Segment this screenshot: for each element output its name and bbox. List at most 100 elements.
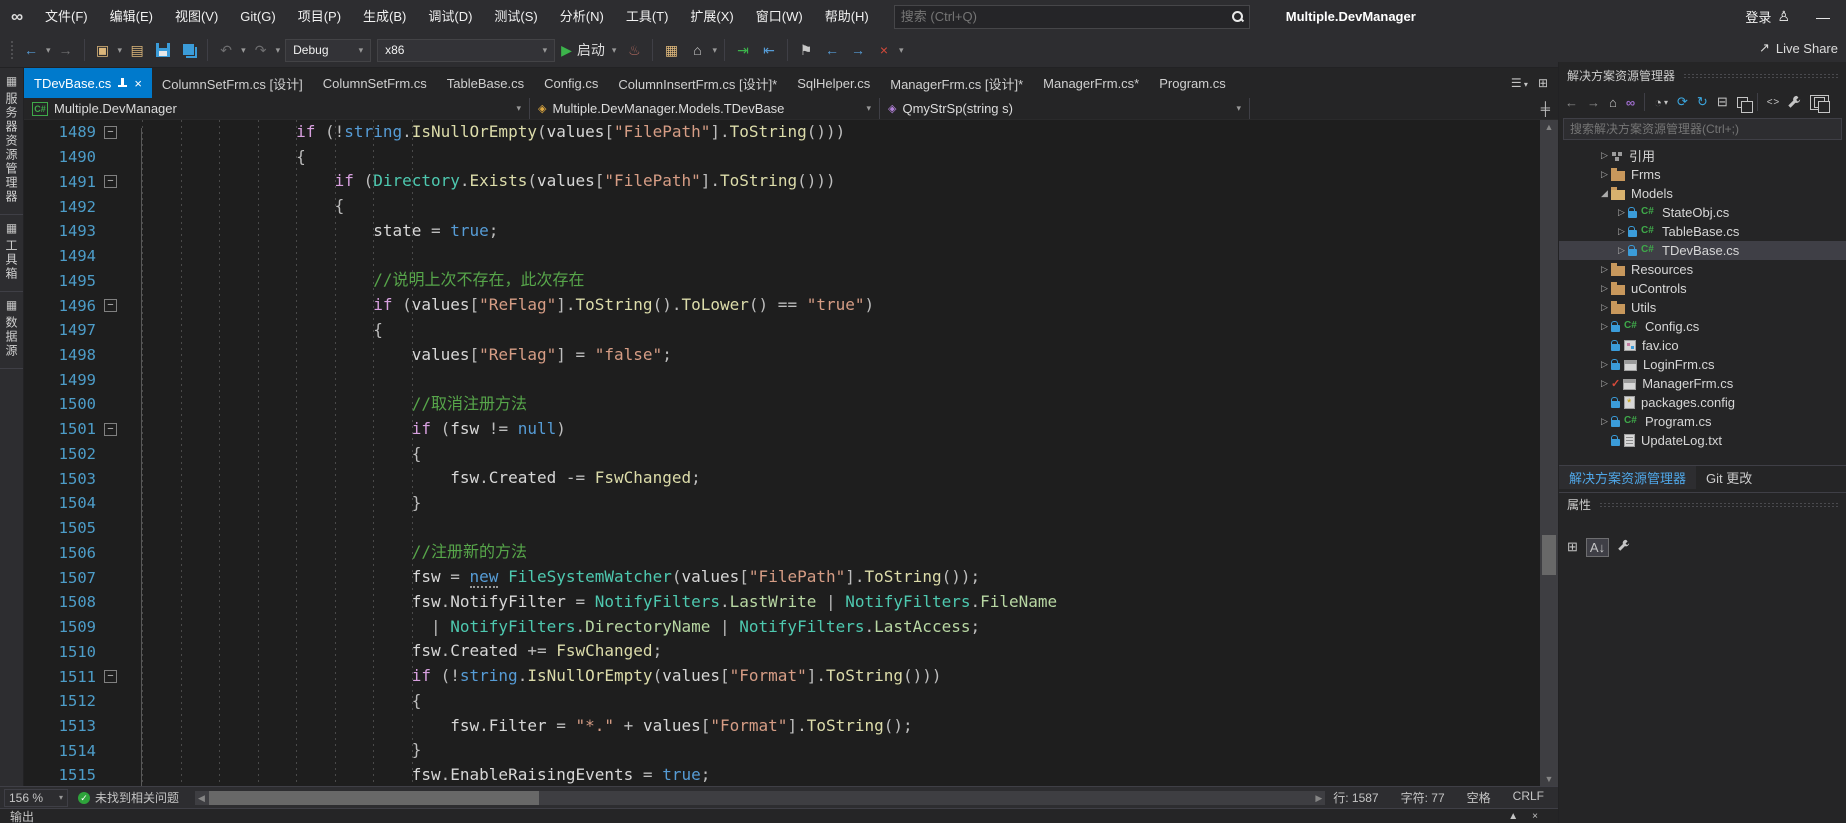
tree-expand-icon[interactable]: ▷	[1598, 378, 1611, 389]
quick-search-box[interactable]	[894, 5, 1250, 29]
code-text[interactable]: if (fsw != null)	[142, 417, 1540, 442]
code-text[interactable]: fsw.Filter = "*." + values["Format"].ToS…	[142, 714, 1540, 739]
forward-icon[interactable]: →	[1587, 95, 1600, 110]
code-text[interactable]: fsw.Created += FswChanged;	[142, 639, 1540, 664]
code-text[interactable]: state = true;	[142, 219, 1540, 244]
tree-item-updatelog-txt[interactable]: UpdateLog.txt	[1559, 431, 1846, 450]
vertical-scroll-thumb[interactable]	[1542, 535, 1556, 575]
menu-item[interactable]: 生成(B)	[352, 0, 417, 33]
line-number[interactable]: 1513	[24, 717, 100, 735]
float-window-icon[interactable]: ⊞	[1538, 76, 1548, 90]
autohide-tab[interactable]: ▦工具箱	[0, 215, 23, 292]
tool-window-tab[interactable]: 解决方案资源管理器	[1559, 466, 1696, 489]
tree-item-ucontrols[interactable]: ▷uControls	[1559, 279, 1846, 298]
line-number[interactable]: 1515	[24, 766, 100, 784]
tree-expand-icon[interactable]: ◢	[1598, 188, 1611, 199]
tree-item-resources[interactable]: ▷Resources	[1559, 260, 1846, 279]
document-tab[interactable]: Config.cs	[534, 68, 608, 98]
menu-item[interactable]: 窗口(W)	[745, 0, 814, 33]
code-line[interactable]: 1497 {	[24, 318, 1540, 343]
line-number[interactable]: 1496	[24, 297, 100, 315]
line-number[interactable]: 1501	[24, 420, 100, 438]
line-number[interactable]: 1510	[24, 643, 100, 661]
open-file-button[interactable]: ▤	[124, 37, 150, 63]
line-number[interactable]: 1509	[24, 618, 100, 636]
code-text[interactable]: //取消注册方法	[142, 392, 1540, 417]
code-line[interactable]: 1503 fsw.Created -= FswChanged;	[24, 466, 1540, 491]
document-tab[interactable]: ColumnInsertFrm.cs [设计]*	[608, 68, 787, 98]
code-text[interactable]: | NotifyFilters.DirectoryName | NotifyFi…	[142, 615, 1540, 640]
line-number[interactable]: 1492	[24, 198, 100, 216]
zoom-level-combo[interactable]: 156 % ▾	[4, 789, 68, 807]
code-line[interactable]: 1491− if (Directory.Exists(values["FileP…	[24, 169, 1540, 194]
code-text[interactable]: fsw = new FileSystemWatcher(values["File…	[142, 565, 1540, 590]
editor-horizontal-scrollbar[interactable]: ◀ ▶	[195, 791, 1325, 805]
sync-with-active-document-icon[interactable]: ↻	[1697, 94, 1708, 110]
solution-search-box[interactable]	[1563, 118, 1842, 140]
tree-item-loginfrm-cs[interactable]: ▷LoginFrm.cs	[1559, 355, 1846, 374]
tree-expand-icon[interactable]: ▷	[1598, 302, 1611, 313]
code-line[interactable]: 1506 //注册新的方法	[24, 540, 1540, 565]
code-line[interactable]: 1495 //说明上次不存在，此次存在	[24, 268, 1540, 293]
code-text[interactable]: values["ReFlag"] = "false";	[142, 343, 1540, 368]
code-line[interactable]: 1500 //取消注册方法	[24, 392, 1540, 417]
toolbar-grip[interactable]	[10, 40, 14, 60]
line-number[interactable]: 1495	[24, 272, 100, 290]
document-tab[interactable]: TableBase.cs	[437, 68, 534, 98]
code-line[interactable]: 1512 {	[24, 689, 1540, 714]
code-text[interactable]: fsw.NotifyFilter = NotifyFilters.LastWri…	[142, 590, 1540, 615]
tree-expand-icon[interactable]: ▷	[1598, 169, 1611, 180]
code-line[interactable]: 1496− if (values["ReFlag"].ToString().To…	[24, 293, 1540, 318]
scroll-down-icon[interactable]: ▼	[1540, 774, 1558, 784]
code-text[interactable]: if (values["ReFlag"].ToString().ToLower(…	[142, 293, 1540, 318]
menu-item[interactable]: 编辑(E)	[99, 0, 164, 33]
find-in-files-button[interactable]: ▦	[658, 37, 684, 63]
solution-explorer-header[interactable]: 解决方案资源管理器	[1559, 62, 1846, 88]
tree-item-models[interactable]: ◢Models	[1559, 184, 1846, 203]
browser-dropdown[interactable]: ▾	[710, 45, 719, 56]
toolbar-overflow-dropdown[interactable]: ▾	[897, 45, 906, 56]
switch-views-icon[interactable]: ∞	[1626, 95, 1635, 110]
clear-bookmarks-button[interactable]: ×	[871, 37, 897, 63]
fold-collapse-icon[interactable]: −	[104, 670, 117, 683]
tree-expand-icon[interactable]: ▷	[1598, 321, 1611, 332]
code-text[interactable]: {	[142, 318, 1540, 343]
type-dropdown[interactable]: ◈ Multiple.DevManager.Models.TDevBase ▾	[530, 98, 880, 119]
menu-item[interactable]: 视图(V)	[164, 0, 229, 33]
live-share-button[interactable]: ↗ Live Share	[1759, 40, 1838, 56]
menu-item[interactable]: 测试(S)	[483, 0, 548, 33]
line-number[interactable]: 1504	[24, 494, 100, 512]
next-bookmark-button[interactable]: →	[845, 37, 871, 63]
tree-expand-icon[interactable]: ▷	[1598, 150, 1611, 161]
tree-item-stateobj-cs[interactable]: ▷C#StateObj.cs	[1559, 203, 1846, 222]
cursor-column-indicator[interactable]: 字符: 77	[1401, 789, 1445, 806]
code-text[interactable]: }	[142, 738, 1540, 763]
tree-item-managerfrm-cs[interactable]: ▷✓ManagerFrm.cs	[1559, 374, 1846, 393]
code-text[interactable]: fsw.EnableRaisingEvents = true;	[142, 763, 1540, 786]
line-number[interactable]: 1502	[24, 445, 100, 463]
line-number[interactable]: 1500	[24, 395, 100, 413]
browser-home-button[interactable]: ⌂	[684, 37, 710, 63]
line-number[interactable]: 1503	[24, 470, 100, 488]
property-pages-icon[interactable]	[1617, 539, 1630, 555]
menu-item[interactable]: 调试(D)	[417, 0, 483, 33]
tree-expand-icon[interactable]: ▷	[1615, 226, 1628, 237]
code-line[interactable]: 1502 {	[24, 442, 1540, 467]
new-file-button[interactable]: ▣	[90, 37, 116, 63]
fold-collapse-icon[interactable]: −	[104, 175, 117, 188]
save-all-button[interactable]	[176, 37, 202, 63]
line-number[interactable]: 1498	[24, 346, 100, 364]
expand-panel-icon[interactable]: ▲	[1508, 811, 1518, 822]
line-ending-indicator[interactable]: CRLF	[1513, 789, 1544, 806]
redo-dropdown[interactable]: ▾	[274, 45, 283, 56]
scroll-right-icon[interactable]: ▶	[1315, 791, 1322, 805]
scroll-left-icon[interactable]: ◀	[198, 791, 205, 805]
code-line[interactable]: 1501− if (fsw != null)	[24, 417, 1540, 442]
tree-item-tablebase-cs[interactable]: ▷C#TableBase.cs	[1559, 222, 1846, 241]
member-dropdown[interactable]: ◈ QmyStrSp(string s) ▾	[880, 98, 1250, 119]
line-number[interactable]: 1514	[24, 742, 100, 760]
code-text[interactable]: {	[142, 689, 1540, 714]
alphabetical-sort-icon[interactable]: A↓	[1586, 538, 1609, 557]
code-text[interactable]: if (!string.IsNullOrEmpty(values["FilePa…	[142, 120, 1540, 145]
menu-item[interactable]: 文件(F)	[34, 0, 99, 33]
